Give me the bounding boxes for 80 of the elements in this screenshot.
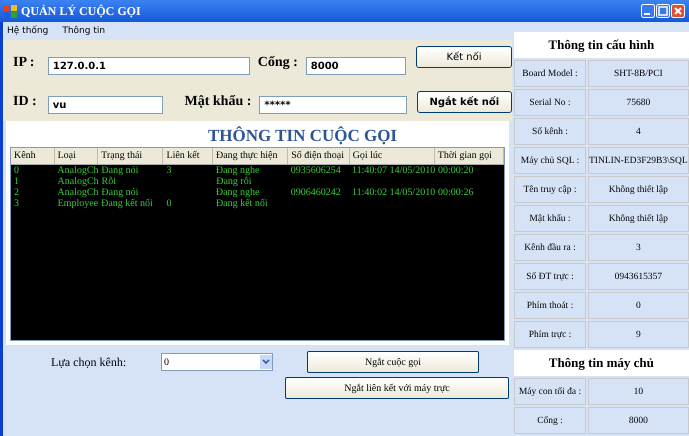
column-header[interactable]: Trạng thái: [98, 148, 164, 164]
table-cell: Employee: [58, 198, 98, 209]
table-cell: 0: [166, 198, 172, 209]
app-icon: [4, 4, 17, 18]
table-cell: Đang nghe: [216, 165, 260, 176]
close-icon[interactable]: [671, 4, 685, 18]
menu-item[interactable]: Hệ thống: [7, 26, 48, 36]
table-cell: 11:40:02 14/05/2010: [352, 187, 436, 198]
field-label: Cổng :: [258, 55, 298, 71]
table-cell: 0: [588, 292, 689, 319]
table-cell: AnalogCh: [57, 187, 99, 198]
table-cell: Số kênh :: [514, 118, 586, 145]
table-cell: Serial No :: [514, 89, 586, 116]
table-cell: 3: [14, 198, 19, 209]
table-cell: Đang nói: [101, 187, 138, 198]
table-cell: Đang nói: [101, 165, 138, 176]
table-cell: 2: [14, 187, 19, 198]
table-cell: AnalogCh: [58, 176, 99, 187]
table-cell: Tên truy cập :: [514, 176, 586, 203]
channel-dropdown[interactable]: 0: [161, 353, 273, 371]
field-label: IP :: [13, 55, 36, 71]
table-cell: Máy chủ SQL :: [514, 147, 586, 174]
section-title: Thông tin cấu hình: [514, 32, 689, 58]
table-cell: Đang kết nối: [216, 198, 268, 209]
field-label: Mật khẩu :: [184, 94, 252, 110]
section-title: Thông tin máy chủ: [514, 350, 689, 376]
column-header[interactable]: Loại: [54, 148, 98, 164]
table-cell: 9: [588, 321, 689, 348]
table-cell: Rỗi: [102, 176, 116, 187]
table-cell: 0943615357: [588, 263, 689, 290]
input-field[interactable]: 127.0.0.1: [48, 57, 250, 75]
window-title: QUẢN LÝ CUỘC GỌI: [21, 4, 141, 18]
table-cell: Đang kết nối: [101, 198, 153, 209]
table-cell: Cổng :: [514, 407, 586, 434]
column-header[interactable]: Gọi lúc: [350, 148, 435, 164]
connect-button[interactable]: Kết nối: [416, 46, 512, 68]
table-cell: Board Model :: [514, 60, 586, 87]
column-header[interactable]: Liên kết: [163, 148, 213, 164]
table-cell: Không thiết lập: [588, 205, 689, 232]
table-cell: 75680: [588, 89, 689, 116]
table-cell: 00:00:26: [438, 187, 474, 198]
field-label: ID :: [13, 94, 38, 110]
table-cell: Số ĐT trực :: [514, 263, 586, 290]
column-header[interactable]: Thời gian gọi: [434, 148, 504, 164]
section-title: THÔNG TIN CUỘC GỌI: [206, 125, 398, 147]
table-cell: 0906460242: [290, 187, 341, 198]
table-cell: 11:40:07 14/05/2010: [352, 165, 436, 176]
table-cell: Phím thoát :: [514, 292, 586, 319]
disconnect-button[interactable]: Ngắt kết nối: [416, 91, 512, 113]
table-cell: Không thiết lập: [588, 176, 689, 203]
table-cell: Máy con tối đa :: [514, 378, 586, 405]
table-cell: 0: [14, 165, 19, 176]
table-cell: 4: [588, 118, 689, 145]
table-cell: 1: [14, 176, 19, 187]
maximize-icon[interactable]: [656, 4, 670, 18]
table-cell: Phím trực :: [514, 321, 586, 348]
table-cell: 3: [166, 165, 172, 176]
unlink-button[interactable]: Ngắt liên kết với máy trực: [285, 377, 509, 399]
field-label: Lựa chọn kênh:: [51, 354, 128, 370]
input-field[interactable]: 8000: [306, 57, 406, 75]
menu-item[interactable]: Thông tin: [62, 26, 106, 36]
table-cell: AnalogCh: [57, 165, 99, 176]
column-header[interactable]: Đang thực hiện: [212, 148, 288, 164]
table-cell: 0935606254: [290, 165, 341, 176]
column-header[interactable]: Kênh: [11, 148, 55, 164]
table-cell: 00:00:20: [438, 165, 474, 176]
table-cell: 8000: [588, 407, 689, 434]
table-cell: Mật khẩu :: [514, 205, 586, 232]
table-cell: SHT-8B/PCI: [588, 60, 689, 87]
minimize-icon[interactable]: [641, 4, 655, 18]
table-cell: TINLIN-ED3F29B3\SQL: [588, 147, 689, 174]
table-cell: Đang nghe: [216, 187, 260, 198]
table-cell: 10: [588, 378, 689, 405]
input-field[interactable]: vu: [48, 96, 162, 114]
hangup-button[interactable]: Ngắt cuộc gọi: [307, 351, 479, 373]
table-cell: 3: [588, 234, 689, 261]
table-cell: Đang rỗi: [216, 176, 252, 187]
column-header[interactable]: Số điện thoại: [288, 148, 350, 164]
password-field[interactable]: *****: [259, 96, 407, 114]
table-cell: Kênh đầu ra :: [514, 234, 586, 261]
